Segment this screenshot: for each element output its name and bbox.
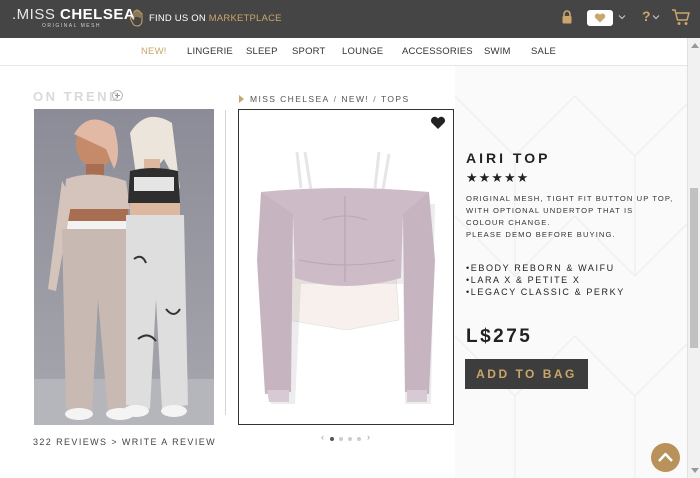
breadcrumb-item-new[interactable]: NEW!: [341, 94, 369, 104]
write-review-link[interactable]: WRITE A REVIEW: [122, 437, 216, 447]
breadcrumb-item-brand[interactable]: MISS CHELSEA: [250, 94, 330, 104]
supported-bodies-list: •EBODY REBORN & WAIFU •LARA X & PETITE X…: [466, 262, 625, 298]
logo-name: CHELSEA: [60, 6, 136, 23]
product-description: ORIGINAL MESH, TIGHT FIT BUTTON UP TOP, …: [466, 193, 686, 241]
top-header: .MISS CHELSEA ORIGINAL MESH FIND US ON M…: [0, 0, 700, 38]
back-to-top-button[interactable]: [651, 443, 680, 472]
help-icon[interactable]: ?: [642, 8, 651, 24]
description-line: PLEASE DEMO BEFORE BUYING.: [466, 230, 616, 239]
logo-tagline: ORIGINAL MESH: [42, 23, 102, 29]
nav-item-sport[interactable]: SPORT: [292, 46, 326, 57]
breadcrumb-item-tops[interactable]: TOPS: [381, 94, 410, 104]
hand-icon: [130, 9, 143, 27]
heart-icon: [594, 13, 606, 23]
logo-prefix: .MISS: [12, 6, 61, 23]
reviews-count-link[interactable]: 322 REVIEWS: [33, 437, 107, 447]
nav-item-lingerie[interactable]: LINGERIE: [187, 46, 233, 57]
nav-item-lounge[interactable]: LOUNGE: [342, 46, 383, 57]
product-title: AIRI TOP: [466, 150, 551, 166]
marketplace-text: MARKETPLACE: [208, 13, 282, 24]
find-us-text: FIND US ON: [149, 13, 209, 24]
rating-stars: ★★★★★: [466, 170, 530, 185]
cart-icon[interactable]: [671, 7, 691, 27]
model-illustration: [34, 109, 214, 425]
logo-text: .MISS CHELSEA: [12, 7, 135, 22]
breadcrumb: MISS CHELSEA / NEW! / TOPS: [239, 94, 410, 104]
description-line: COLOUR CHANGE.: [466, 218, 551, 227]
carousel-dot[interactable]: [357, 437, 361, 441]
breadcrumb-separator: /: [373, 94, 377, 104]
nav-item-sale[interactable]: SALE: [531, 46, 556, 57]
body-list-item: •EBODY REBORN & WAIFU: [466, 263, 615, 273]
scroll-up-icon[interactable]: [691, 43, 699, 48]
carousel-dot[interactable]: [339, 437, 343, 441]
carousel-dot[interactable]: [348, 437, 352, 441]
description-line: ORIGINAL MESH, TIGHT FIT BUTTON UP TOP,: [466, 194, 674, 203]
carousel-next-icon[interactable]: ›: [367, 432, 370, 442]
nav-item-sleep[interactable]: SLEEP: [246, 46, 278, 57]
category-nav: NEW! LINGERIE SLEEP SPORT LOUNGE ACCESSO…: [0, 38, 700, 66]
body-list-item: •LARA X & PETITE X: [466, 275, 581, 285]
carousel-dot[interactable]: [330, 437, 334, 441]
nav-item-accessories[interactable]: ACCESSORIES: [402, 46, 473, 57]
breadcrumb-arrow-icon: [239, 95, 244, 103]
product-price: L$275: [466, 326, 533, 347]
body-list-item: •LEGACY CLASSIC & PERKY: [466, 287, 625, 297]
on-trend-heading: ON TREND: [33, 89, 121, 104]
product-image-frame[interactable]: [238, 109, 454, 425]
carousel-indicator: ‹ ›: [321, 432, 373, 444]
description-line: WITH OPTIONAL UNDERTOP THAT IS: [466, 206, 634, 215]
page-scrollbar[interactable]: [687, 38, 700, 478]
find-us-marketplace-link[interactable]: FIND US ON MARKETPLACE: [149, 13, 282, 24]
carousel-prev-icon[interactable]: ‹: [321, 432, 324, 442]
brand-logo[interactable]: .MISS CHELSEA ORIGINAL MESH: [12, 7, 135, 35]
plus-icon[interactable]: [112, 90, 123, 101]
chevron-up-icon: [658, 452, 673, 462]
chevron-down-icon[interactable]: [652, 13, 660, 21]
favorite-heart-icon[interactable]: [430, 116, 446, 130]
product-image: [257, 151, 435, 404]
scrollbar-thumb[interactable]: [690, 188, 698, 348]
chevron-down-icon[interactable]: [618, 13, 626, 21]
column-divider: [225, 110, 226, 415]
reviews-separator: >: [111, 437, 118, 447]
nav-item-swim[interactable]: SWIM: [484, 46, 511, 57]
add-to-bag-button[interactable]: ADD TO BAG: [465, 359, 588, 389]
breadcrumb-separator: /: [333, 94, 338, 104]
scroll-down-icon[interactable]: [691, 468, 699, 473]
model-photo[interactable]: [34, 109, 214, 425]
wishlist-button[interactable]: [587, 10, 613, 26]
nav-item-new[interactable]: NEW!: [141, 46, 167, 57]
reviews-bar: 322 REVIEWS > WRITE A REVIEW: [33, 437, 216, 447]
lock-icon[interactable]: [561, 10, 573, 24]
